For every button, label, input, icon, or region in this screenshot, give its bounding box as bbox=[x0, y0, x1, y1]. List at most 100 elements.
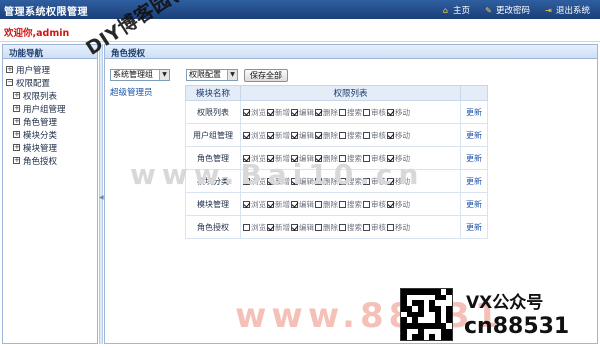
chevron-down-icon[interactable]: ▼ bbox=[227, 70, 237, 80]
update-link[interactable]: 更新 bbox=[466, 108, 482, 117]
permission-option[interactable]: 删除 bbox=[315, 107, 338, 118]
expand-icon[interactable]: + bbox=[13, 92, 20, 99]
permission-checkbox[interactable] bbox=[339, 131, 346, 139]
permission-option[interactable]: 搜索 bbox=[339, 199, 362, 210]
permission-checkbox[interactable] bbox=[363, 131, 370, 139]
collapse-arrow-icon[interactable]: ◀ bbox=[99, 194, 104, 201]
permission-checkbox[interactable] bbox=[387, 200, 394, 208]
permission-checkbox[interactable] bbox=[339, 108, 346, 116]
save-all-button[interactable]: 保存全部 bbox=[244, 69, 288, 82]
permission-option[interactable]: 编辑 bbox=[291, 130, 314, 141]
permission-checkbox[interactable] bbox=[339, 200, 346, 208]
qr-module bbox=[446, 334, 452, 340]
permission-option[interactable]: 审核 bbox=[363, 130, 386, 141]
update-link[interactable]: 更新 bbox=[466, 131, 482, 140]
permission-checkbox[interactable] bbox=[243, 108, 250, 116]
home-link[interactable]: ⌂ 主页 bbox=[441, 4, 470, 17]
permission-checkbox[interactable] bbox=[267, 223, 274, 231]
permission-checkbox[interactable] bbox=[315, 108, 322, 116]
permission-checkbox[interactable] bbox=[243, 131, 250, 139]
col-header-action bbox=[460, 85, 488, 101]
permission-checkbox[interactable] bbox=[339, 223, 346, 231]
update-link[interactable]: 更新 bbox=[466, 223, 482, 232]
permission-checkbox[interactable] bbox=[291, 131, 298, 139]
permission-checkbox[interactable] bbox=[291, 223, 298, 231]
permission-option[interactable]: 删除 bbox=[315, 199, 338, 210]
sidebar-item-user-management[interactable]: + 用户管理 bbox=[6, 63, 97, 76]
permission-option[interactable]: 新增 bbox=[267, 130, 290, 141]
permission-option[interactable]: 移动 bbox=[387, 222, 410, 233]
permission-option[interactable]: 新增 bbox=[267, 222, 290, 233]
permission-checkbox[interactable] bbox=[363, 108, 370, 116]
collapse-icon[interactable]: − bbox=[6, 79, 13, 86]
permission-checkbox[interactable] bbox=[387, 223, 394, 231]
update-link[interactable]: 更新 bbox=[466, 177, 482, 186]
permission-option[interactable]: 编辑 bbox=[291, 199, 314, 210]
chevron-down-icon[interactable]: ▼ bbox=[159, 70, 169, 80]
expand-icon[interactable]: + bbox=[13, 144, 20, 151]
permission-checkbox[interactable] bbox=[387, 108, 394, 116]
permission-label: 编辑 bbox=[299, 222, 314, 232]
permission-option[interactable]: 浏览 bbox=[243, 199, 266, 210]
permission-option[interactable]: 浏览 bbox=[243, 130, 266, 141]
permission-checkbox[interactable] bbox=[363, 223, 370, 231]
permission-checkbox[interactable] bbox=[387, 131, 394, 139]
sidebar-item-role-management[interactable]: + 角色管理 bbox=[6, 115, 97, 128]
role-link[interactable]: 超级管理员 bbox=[110, 86, 153, 98]
update-link[interactable]: 更新 bbox=[466, 200, 482, 209]
permission-option[interactable]: 编辑 bbox=[291, 222, 314, 233]
permission-option[interactable]: 删除 bbox=[315, 130, 338, 141]
permission-option[interactable]: 搜索 bbox=[339, 222, 362, 233]
permission-checkbox[interactable] bbox=[243, 200, 250, 208]
sidebar-item-label: 用户管理 bbox=[16, 65, 51, 76]
sidebar-item-module-management[interactable]: + 模块管理 bbox=[6, 141, 97, 154]
expand-icon[interactable]: + bbox=[13, 131, 20, 138]
permission-checkbox[interactable] bbox=[363, 200, 370, 208]
sidebar-item-permission-config[interactable]: − 权限配置 bbox=[6, 76, 97, 89]
expand-icon[interactable]: + bbox=[6, 66, 13, 73]
expand-icon[interactable]: + bbox=[13, 118, 20, 125]
group-select[interactable]: 系统管理组 ▼ bbox=[110, 69, 170, 81]
permission-option[interactable]: 移动 bbox=[387, 199, 410, 210]
table-row: 用户组管理 浏览 新增 编辑 删除 搜索 审核 移动 更新 bbox=[185, 123, 488, 147]
permission-label: 审核 bbox=[371, 107, 386, 117]
permission-option[interactable]: 编辑 bbox=[291, 107, 314, 118]
permission-checkbox[interactable] bbox=[315, 200, 322, 208]
sidebar-title: 功能导航 bbox=[3, 45, 97, 59]
permission-checkbox[interactable] bbox=[291, 108, 298, 116]
top-bar: 管理系统权限管理 ⌂ 主页 ✎ 更改密码 ⇥ 退出系统 bbox=[0, 0, 600, 19]
permission-option[interactable]: 搜索 bbox=[339, 107, 362, 118]
permission-option[interactable]: 搜索 bbox=[339, 130, 362, 141]
category-select[interactable]: 权限配置 ▼ bbox=[186, 69, 238, 81]
permission-checkbox[interactable] bbox=[315, 131, 322, 139]
update-link[interactable]: 更新 bbox=[466, 154, 482, 163]
permission-option[interactable]: 浏览 bbox=[243, 222, 266, 233]
permission-checkbox[interactable] bbox=[267, 131, 274, 139]
permission-option[interactable]: 删除 bbox=[315, 222, 338, 233]
permission-option[interactable]: 审核 bbox=[363, 199, 386, 210]
panel-splitter[interactable]: ◀ bbox=[99, 44, 104, 344]
permission-option[interactable]: 移动 bbox=[387, 130, 410, 141]
logout-link[interactable]: ⇥ 退出系统 bbox=[544, 4, 590, 17]
permission-checkbox[interactable] bbox=[291, 200, 298, 208]
home-icon: ⌂ bbox=[442, 5, 448, 15]
permission-checkbox[interactable] bbox=[267, 108, 274, 116]
sidebar-item-module-category[interactable]: + 模块分类 bbox=[6, 128, 97, 141]
permission-option[interactable]: 审核 bbox=[363, 222, 386, 233]
permission-checkbox[interactable] bbox=[267, 200, 274, 208]
change-password-link[interactable]: ✎ 更改密码 bbox=[484, 4, 530, 17]
sidebar-item-role-authorization[interactable]: + 角色授权 bbox=[6, 154, 97, 167]
expand-icon[interactable]: + bbox=[13, 157, 20, 164]
expand-icon[interactable]: + bbox=[13, 105, 20, 112]
permission-option[interactable]: 审核 bbox=[363, 107, 386, 118]
qr-code-image bbox=[400, 288, 453, 341]
sidebar-item-user-group[interactable]: + 用户组管理 bbox=[6, 102, 97, 115]
sidebar: 功能导航 + 用户管理 − 权限配置 + 权限列表 + 用户组管理 + 角色管理 + 模块分… bbox=[2, 44, 98, 344]
permission-checkbox[interactable] bbox=[243, 223, 250, 231]
sidebar-item-permission-list[interactable]: + 权限列表 bbox=[6, 89, 97, 102]
permission-option[interactable]: 新增 bbox=[267, 107, 290, 118]
permission-option[interactable]: 新增 bbox=[267, 199, 290, 210]
permission-option[interactable]: 移动 bbox=[387, 107, 410, 118]
permission-checkbox[interactable] bbox=[315, 223, 322, 231]
permission-option[interactable]: 浏览 bbox=[243, 107, 266, 118]
